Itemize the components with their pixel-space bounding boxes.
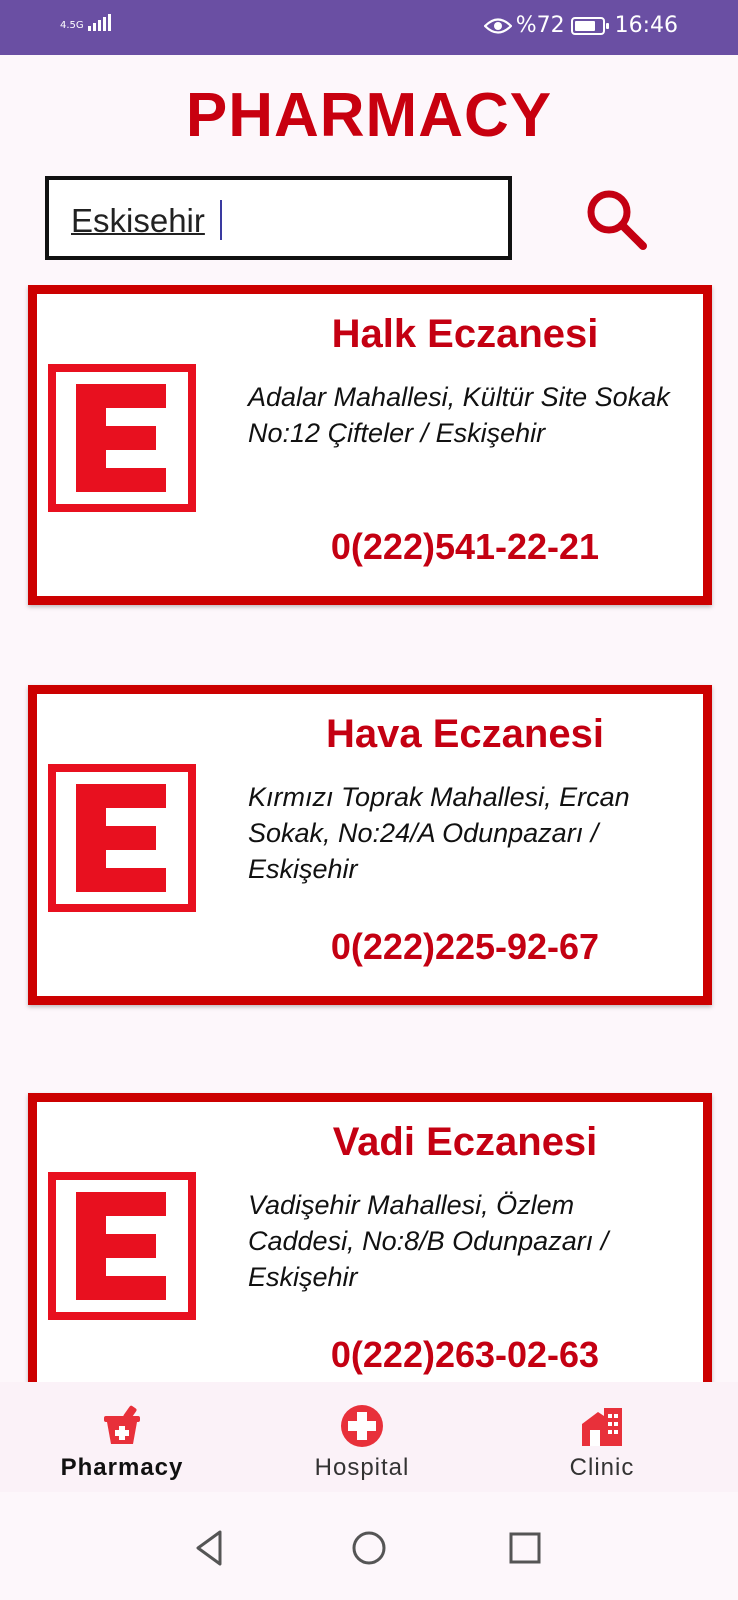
pharmacy-name: Hava Eczanesi (326, 712, 604, 756)
pharmacy-phone[interactable]: 0(222)263-02-63 (237, 1334, 693, 1376)
text-cursor (220, 200, 222, 240)
pharmacy-address: Adalar Mahallesi, Kültür Site Sokak No:1… (248, 382, 670, 448)
signal-icon (86, 14, 111, 31)
pharmacy-phone[interactable]: 0(222)541-22-21 (237, 526, 693, 568)
pharmacy-list[interactable]: Halk Eczanesi Adalar Mahallesi, Kültür S… (0, 285, 738, 1382)
pharmacy-e-logo (48, 764, 196, 912)
pharmacy-card[interactable]: Hava Eczanesi Kırmızı Toprak Mahallesi, … (28, 685, 712, 1005)
back-triangle-icon[interactable] (188, 1526, 232, 1570)
search-input-value[interactable]: Eskisehir (71, 202, 205, 240)
home-circle-icon[interactable] (347, 1526, 391, 1570)
network-type: 4.5G (60, 20, 84, 31)
clinic-building-icon (582, 1408, 622, 1446)
clock: 16:46 (614, 13, 678, 38)
recents-square-icon[interactable] (503, 1526, 547, 1570)
pharmacy-phone[interactable]: 0(222)225-92-67 (237, 926, 693, 968)
hospital-cross-icon (341, 1405, 383, 1447)
eye-comfort-icon (483, 17, 512, 34)
nav-label-clinic: Clinic (569, 1454, 635, 1481)
battery-icon (570, 16, 609, 35)
page-title: PHARMACY (185, 81, 553, 150)
pharmacy-name: Halk Eczanesi (331, 312, 599, 356)
network-indicator: 4.5G (60, 14, 111, 31)
battery-percent: %72 (515, 13, 565, 38)
nav-item-hospital[interactable]: Hospital (262, 1404, 462, 1482)
pharmacy-e-logo (48, 1172, 196, 1320)
nav-item-pharmacy[interactable]: Pharmacy (22, 1404, 222, 1482)
pharmacy-card[interactable]: Halk Eczanesi Adalar Mahallesi, Kültür S… (28, 285, 712, 605)
pharmacy-e-logo (48, 364, 196, 512)
pharmacy-mortar-icon (104, 1405, 140, 1444)
nav-label-hospital: Hospital (314, 1454, 410, 1481)
search-input[interactable]: Eskisehir (45, 176, 512, 260)
search-icon[interactable] (583, 186, 649, 252)
bottom-navigation: Pharmacy Hospital Clinic (0, 1382, 738, 1492)
system-navigation-bar (0, 1492, 738, 1600)
pharmacy-card[interactable]: Vadi Eczanesi Vadişehir Mahallesi, Özlem… (28, 1093, 712, 1382)
nav-item-clinic[interactable]: Clinic (502, 1404, 702, 1482)
pharmacy-name: Vadi Eczanesi (332, 1120, 598, 1164)
pharmacy-address: Kırmızı Toprak Mahallesi, Ercan Sokak, N… (248, 782, 630, 884)
pharmacy-address: Vadişehir Mahallesi, Özlem Caddesi, No:8… (248, 1190, 609, 1292)
status-bar: 4.5G %72 16:46 (0, 0, 738, 55)
nav-label-pharmacy: Pharmacy (60, 1454, 184, 1481)
